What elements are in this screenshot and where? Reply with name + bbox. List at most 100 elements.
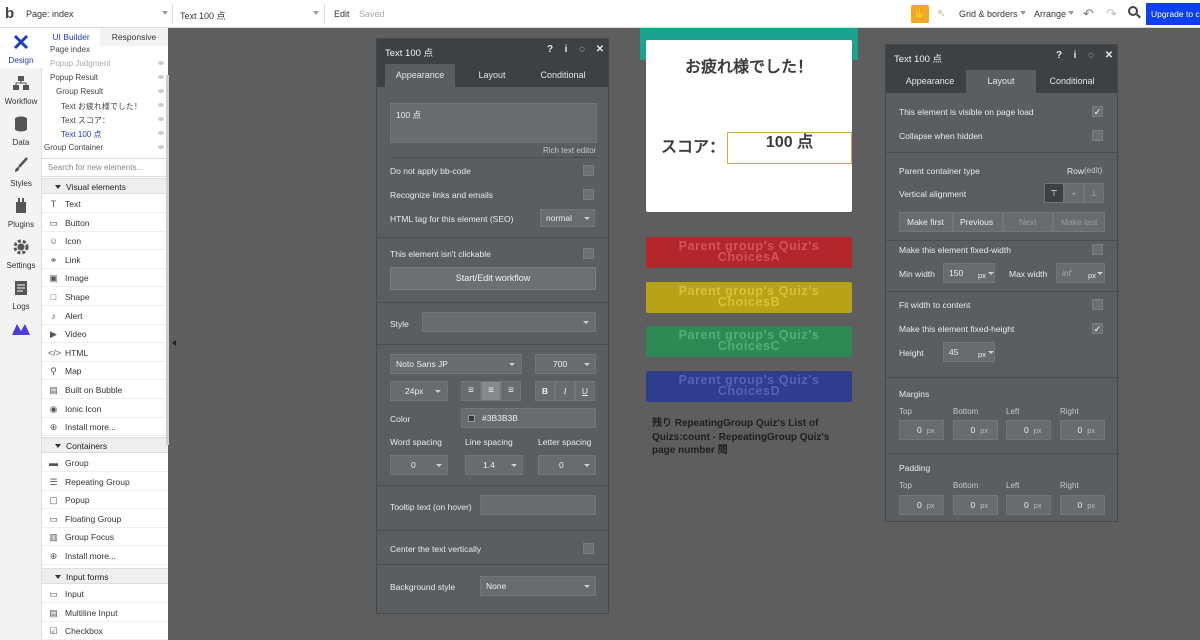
grid-borders-menu[interactable]: Grid & borders (959, 9, 1018, 19)
grid-dropdown-icon[interactable] (1020, 11, 1026, 15)
element-item-button[interactable]: ▭ Button (42, 214, 168, 232)
tree-item[interactable]: Group Result (56, 87, 103, 96)
element-item-shape[interactable]: □ Shape (42, 288, 168, 306)
score-value[interactable]: 100 点 (727, 132, 852, 164)
element-item-image[interactable]: ▣ Image (42, 269, 168, 288)
background-style-select[interactable]: None (480, 576, 596, 596)
choice-button[interactable]: Parent group's Quiz's ChoicesB (646, 281, 852, 313)
redo-icon[interactable]: ↷ (1106, 6, 1117, 22)
margin-bottom-input[interactable]: 0 px (952, 420, 998, 440)
align-center-button[interactable]: ≡ (481, 381, 501, 401)
editor-header[interactable]: Text 100 点 ? i ◌ ✕ (377, 39, 608, 61)
element-item-icon[interactable]: ☺ Icon (42, 232, 168, 251)
element-item-install-more[interactable]: ⊕ Install more... (42, 418, 168, 437)
comment-icon[interactable]: ◌ (1086, 51, 1096, 61)
choice-button[interactable]: Parent group's Quiz's ChoicesA (646, 237, 852, 268)
not-clickable-checkbox[interactable] (583, 248, 594, 259)
rail-plugins[interactable]: Plugins (0, 192, 42, 232)
element-item-popup[interactable]: ▢ Popup (42, 491, 168, 510)
element-item-group-focus[interactable]: ▥ Group Focus (42, 528, 168, 547)
info-icon[interactable]: i (561, 45, 571, 55)
font-family-select[interactable]: Noto Sans JP (390, 354, 522, 374)
padding-left-input[interactable]: 0 px (1006, 495, 1051, 515)
center-vertically-checkbox[interactable] (583, 543, 594, 554)
remaining-questions-text[interactable]: 残り RepeatingGroup Quiz's List of Quizs:c… (652, 417, 852, 458)
underline-button[interactable]: U (575, 381, 595, 401)
eye-icon[interactable] (158, 89, 164, 93)
tab-conditional[interactable]: Conditional (1036, 70, 1108, 93)
element-item-built-on-bubble[interactable]: ▤ Built on Bubble (42, 381, 168, 399)
tab-layout[interactable]: Layout (457, 64, 527, 87)
align-right-button[interactable]: ≡ (501, 381, 521, 401)
eye-icon[interactable] (158, 117, 164, 121)
valign-top-button[interactable]: ⊤ (1044, 183, 1064, 203)
italic-button[interactable]: I (555, 381, 575, 401)
tree-item[interactable]: Popup Judgment (50, 59, 111, 68)
element-search-input[interactable]: Search for new elements... (42, 158, 168, 177)
tab-conditional[interactable]: Conditional (527, 64, 599, 87)
tree-item[interactable]: Popup Result (50, 73, 98, 82)
element-item-video[interactable]: ▶ Video (42, 325, 168, 344)
choice-button[interactable]: Parent group's Quiz's ChoicesD (646, 370, 852, 402)
start-edit-workflow-button[interactable]: Start/Edit workflow (390, 267, 596, 290)
page-selector[interactable]: Page: index (26, 9, 74, 19)
padding-right-input[interactable]: 0 px (1059, 495, 1105, 515)
bubble-logo-icon[interactable]: b (5, 5, 21, 23)
tree-item[interactable]: Group Container (44, 143, 103, 152)
close-icon[interactable]: ✕ (595, 45, 605, 55)
element-item-html[interactable]: </> HTML (42, 344, 168, 362)
element-item-install-more[interactable]: ⊕ Install more... (42, 547, 168, 565)
arrange-dropdown-icon[interactable] (1068, 11, 1074, 15)
color-input[interactable]: #3B3B3B (461, 408, 596, 428)
fit-width-checkbox[interactable] (1092, 299, 1103, 310)
margin-left-input[interactable]: 0 px (1006, 420, 1051, 440)
tab-responsive[interactable]: Responsive (100, 28, 168, 46)
eye-icon[interactable] (158, 145, 164, 149)
help-icon[interactable]: ? (1054, 51, 1064, 61)
fixed-width-checkbox[interactable] (1092, 244, 1103, 255)
next-button[interactable]: Next (1003, 212, 1053, 232)
section-input-forms[interactable]: Input forms (42, 568, 168, 584)
visible-on-load-checkbox[interactable]: ✓ (1092, 106, 1103, 117)
valign-bottom-button[interactable]: ⊥ (1084, 183, 1104, 203)
element-item-floating-group[interactable]: ▭ Floating Group (42, 510, 168, 528)
eye-icon[interactable] (158, 61, 164, 65)
element-dropdown-icon[interactable] (313, 11, 319, 15)
element-item-map[interactable]: ⚲ Map (42, 362, 168, 381)
eye-icon[interactable] (158, 75, 164, 79)
make-first-button[interactable]: Make first (899, 212, 953, 232)
rich-text-editor-link[interactable]: Rich text editor (543, 146, 596, 155)
rail-styles[interactable]: Styles (0, 151, 42, 191)
tree-item-selected[interactable]: Text 100 点 (61, 129, 101, 140)
collapse-hidden-checkbox[interactable] (1092, 130, 1103, 141)
pointer-icon[interactable]: ↖ (937, 7, 946, 20)
valign-center-button[interactable]: + (1064, 183, 1084, 203)
links-checkbox[interactable] (583, 189, 594, 200)
arrange-menu[interactable]: Arrange (1034, 9, 1066, 19)
tab-appearance[interactable]: Appearance (894, 70, 966, 93)
bold-button[interactable]: B (535, 381, 555, 401)
page-dropdown-icon[interactable] (162, 11, 168, 15)
tab-ui-builder[interactable]: UI Builder (42, 28, 100, 46)
make-last-button[interactable]: Make last (1053, 212, 1105, 232)
undo-icon[interactable]: ↶ (1083, 6, 1094, 22)
popup-result[interactable]: お疲れ様でした！ スコア： 100 点 (646, 40, 852, 212)
score-label[interactable]: スコア： (661, 133, 725, 157)
bbcode-checkbox[interactable] (583, 165, 594, 176)
rail-settings[interactable]: Settings (0, 233, 42, 273)
element-item-input[interactable]: ▭ Input (42, 585, 168, 603)
upgrade-button[interactable]: Upgrade to c (1146, 3, 1200, 25)
element-item-checkbox[interactable]: ☑ Checkbox (42, 622, 168, 640)
popup-title[interactable]: お疲れ様でした！ (646, 53, 852, 77)
element-item-ionic-icon[interactable]: ◉ Ionic Icon (42, 400, 168, 418)
hand-icon[interactable]: ✋ (911, 5, 929, 23)
tree-item[interactable]: Text お疲れ様でした！ (61, 101, 142, 112)
element-item-link[interactable]: ⚭ Link (42, 251, 168, 269)
rail-workflow[interactable]: Workflow (0, 69, 42, 109)
tooltip-input[interactable] (480, 495, 596, 515)
edit-menu[interactable]: Edit (334, 9, 350, 19)
rail-bubble-brand[interactable] (0, 318, 42, 358)
padding-bottom-input[interactable]: 0 px (952, 495, 998, 515)
style-select[interactable] (422, 312, 596, 332)
element-item-repeating-group[interactable]: ☰ Repeating Group (42, 473, 168, 491)
